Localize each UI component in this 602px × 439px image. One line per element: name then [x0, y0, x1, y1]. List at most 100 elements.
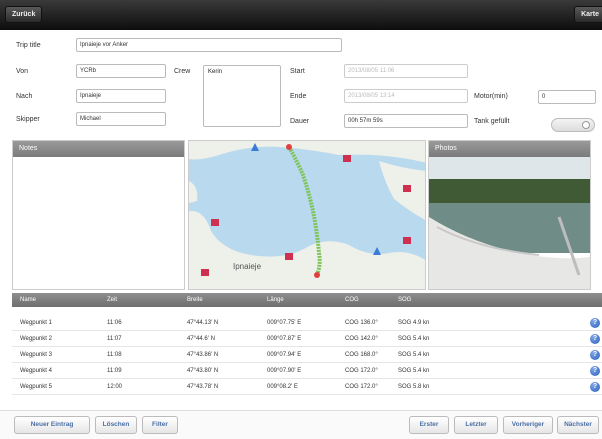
cell-latitude: 47°43.80' N	[187, 368, 219, 374]
cell-longitude: 009°07.94' E	[267, 352, 302, 358]
cell-latitude: 47°43.86' N	[187, 352, 219, 358]
motor-field[interactable]: 0	[538, 90, 596, 104]
cell-sog: SOG 5.4 kn	[398, 336, 430, 342]
delete-button[interactable]: Löschen	[95, 416, 137, 434]
cell-longitude: 009°08.2' E	[267, 384, 298, 390]
cell-sog: SOG 5.4 kn	[398, 352, 430, 358]
cell-cog: COG 142.0°	[345, 336, 378, 342]
cell-cog: COG 168.0°	[345, 352, 378, 358]
cell-longitude: 009°07.90' E	[267, 368, 302, 374]
poi-icon[interactable]	[403, 237, 411, 244]
poi-icon[interactable]	[211, 219, 219, 226]
table-header: Name Zeit Breite Länge COG SOG	[12, 293, 602, 307]
waypoint-table: Name Zeit Breite Länge COG SOG Wegpunkt …	[12, 293, 602, 403]
start-label: Start	[290, 68, 305, 75]
panels-row: Notes Ipnaieje Photos	[0, 140, 602, 292]
first-button[interactable]: Erster	[409, 416, 449, 434]
trip-form: Trip title Ipnaieje vor Anker Von YCRb N…	[0, 30, 602, 140]
ende-field[interactable]: 2013/08/05 13:14	[344, 89, 468, 103]
table-row[interactable]: Wegpunkt 4 11:09 47°43.80' N 009°07.90' …	[12, 363, 602, 379]
dauer-field[interactable]: 00h 57m 59s	[344, 114, 468, 128]
back-button[interactable]: Zurück	[5, 6, 43, 23]
photos-header: Photos	[429, 141, 590, 157]
cell-cog: COG 172.0°	[345, 368, 378, 374]
nach-label: Nach	[16, 93, 33, 100]
photo-thumbnail[interactable]	[429, 157, 590, 289]
new-entry-button[interactable]: Neuer Eintrag	[14, 416, 90, 434]
cell-longitude: 009°07.75' E	[267, 320, 302, 326]
notes-panel[interactable]: Notes	[12, 140, 185, 290]
column-header: COG	[345, 297, 359, 303]
last-button[interactable]: Letzter	[454, 416, 498, 434]
table-row[interactable]: Wegpunkt 5 12:00 47°43.78' N 009°08.2' E…	[12, 379, 602, 395]
column-header: Zeit	[107, 297, 118, 303]
table-row[interactable]: Wegpunkt 1 11:06 47°44.13' N 009°07.75' …	[12, 315, 602, 331]
photo-graphic	[429, 157, 590, 289]
cell-cog: COG 172.0°	[345, 384, 378, 390]
info-icon[interactable]: ?	[590, 318, 600, 328]
ende-label: Ende	[290, 93, 307, 100]
cell-cog: COG 136.0°	[345, 320, 378, 326]
cell-time: 11:09	[107, 368, 122, 374]
cell-time: 11:08	[107, 352, 122, 358]
skipper-field[interactable]: Michael	[76, 112, 166, 126]
poi-icon[interactable]	[343, 155, 351, 162]
photo-trees	[429, 179, 590, 205]
next-button[interactable]: Nächster	[557, 416, 599, 434]
start-marker-icon[interactable]	[286, 144, 292, 150]
bottom-toolbar: Neuer Eintrag Löschen Filter Erster Letz…	[0, 410, 602, 439]
column-header: Länge	[267, 297, 284, 303]
cell-name: Wegpunkt 1	[20, 320, 52, 326]
cell-name: Wegpunkt 5	[20, 384, 52, 390]
cell-sog: SOG 5.8 kn	[398, 384, 430, 390]
dauer-label: Dauer	[290, 118, 310, 125]
notes-header: Notes	[13, 141, 184, 157]
cell-name: Wegpunkt 3	[20, 352, 52, 358]
cell-longitude: 009°07.87' E	[267, 336, 302, 342]
map-graphic[interactable]: Ipnaieje	[189, 141, 426, 290]
info-icon[interactable]: ?	[590, 366, 600, 376]
filter-button[interactable]: Filter	[142, 416, 178, 434]
end-marker-icon[interactable]	[314, 272, 320, 278]
table-row[interactable]: Wegpunkt 2 11:07 47°44.6' N 009°07.87' E…	[12, 331, 602, 347]
info-icon[interactable]: ?	[590, 334, 600, 344]
motor-label: Motor(min)	[474, 93, 508, 100]
cell-time: 12:00	[107, 384, 123, 390]
previous-button[interactable]: Vorheriger	[503, 416, 553, 434]
von-field[interactable]: YCRb	[76, 64, 166, 78]
trip-title-label: Trip title	[16, 42, 41, 49]
table-row[interactable]: Wegpunkt 3 11:08 47°43.86' N 009°07.94' …	[12, 347, 602, 363]
skipper-label: Skipper	[16, 116, 40, 123]
poi-icon[interactable]	[403, 185, 411, 192]
info-icon[interactable]: ?	[590, 350, 600, 360]
poi-icon[interactable]	[285, 253, 293, 260]
column-header: Breite	[187, 297, 203, 303]
column-header: SOG	[398, 297, 412, 303]
trip-title-field[interactable]: Ipnaieje vor Anker	[76, 38, 342, 52]
cell-latitude: 47°44.6' N	[187, 336, 215, 342]
cell-time: 11:07	[107, 336, 122, 342]
cell-latitude: 47°44.13' N	[187, 320, 219, 326]
top-navigation-bar: Zurück Karte	[0, 0, 602, 30]
crew-label: Crew	[174, 68, 191, 75]
toggle-knob	[582, 121, 590, 129]
cell-sog: SOG 4.9 kn	[398, 320, 430, 326]
cell-sog: SOG 5.4 kn	[398, 368, 430, 374]
map-button[interactable]: Karte	[574, 6, 602, 23]
photos-panel[interactable]: Photos	[428, 140, 591, 290]
info-icon[interactable]: ?	[590, 382, 600, 392]
von-label: Von	[16, 68, 29, 75]
track-map[interactable]: Ipnaieje	[188, 140, 426, 290]
nach-field[interactable]: Ipnaieje	[76, 89, 166, 103]
cell-time: 11:06	[107, 320, 122, 326]
cell-name: Wegpunkt 2	[20, 336, 52, 342]
tank-toggle[interactable]	[551, 118, 595, 132]
map-town-label: Ipnaieje	[233, 262, 262, 271]
tank-label: Tank gefüllt	[474, 118, 510, 125]
start-field[interactable]: 2013/08/05 11:06	[344, 64, 468, 78]
cell-name: Wegpunkt 4	[20, 368, 52, 374]
column-header: Name	[20, 297, 37, 303]
cell-latitude: 47°43.78' N	[187, 384, 219, 390]
poi-icon[interactable]	[201, 269, 209, 276]
crew-field[interactable]: Kerin	[203, 65, 281, 127]
